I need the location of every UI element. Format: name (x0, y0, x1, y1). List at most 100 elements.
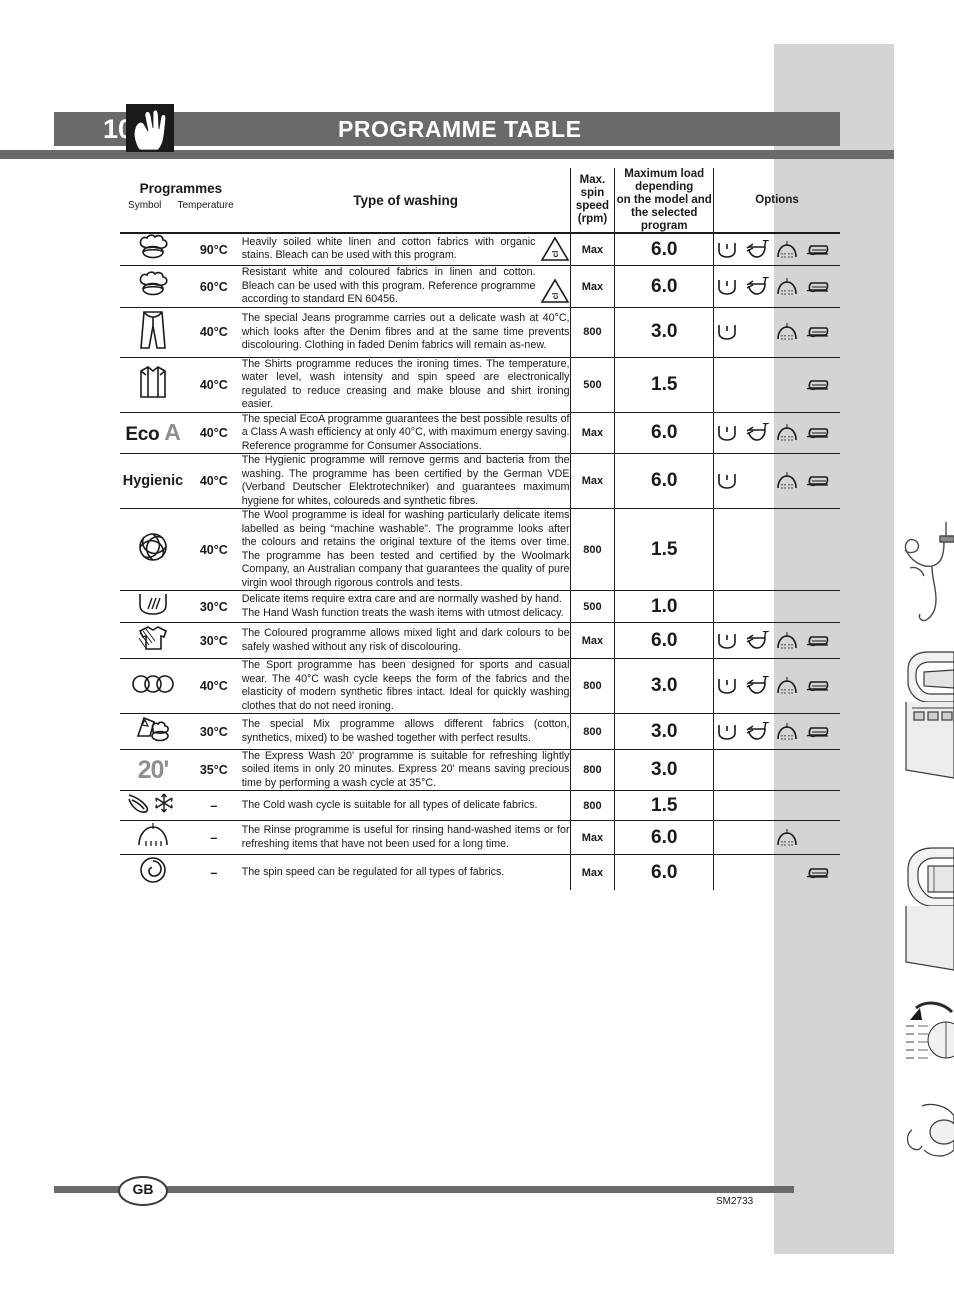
table-head: Programmes Symbol Temperature Type of wa… (120, 168, 840, 234)
prewash-option-icon (714, 275, 740, 299)
programme-temperature: 40°C (185, 356, 242, 413)
country-code-badge: GB (118, 1176, 168, 1206)
illustration-programme-dial (902, 1000, 954, 1074)
mix-icon (120, 713, 186, 750)
options-cell (713, 590, 840, 623)
options-cell: T (713, 411, 840, 454)
header-max-spin-speed: Max. spin speed (rpm) (569, 168, 615, 234)
maximum-load-value: 3.0 (614, 713, 714, 750)
iron-option-icon (804, 629, 830, 653)
maximum-load-value: 1.0 (614, 590, 714, 623)
options-cell (713, 306, 840, 358)
eco-a-label: Eco A (120, 411, 186, 454)
delay-option-icon: T (744, 629, 770, 653)
illustration-washer-drum (902, 844, 954, 992)
max-spin-speed-value: Max (569, 622, 615, 659)
svg-text:T: T (762, 631, 769, 641)
max-spin-speed-value: Max (569, 411, 615, 454)
table-row: – The spin speed can be regulated for all… (120, 854, 840, 891)
programme-temperature: 30°C (185, 622, 242, 659)
options-cell (713, 453, 840, 509)
prewash-option-icon (714, 629, 740, 653)
svg-text:T: T (762, 277, 769, 287)
programme-temperature: 40°C (185, 658, 242, 714)
programme-temperature: 30°C (185, 713, 242, 750)
programme-temperature: – (185, 854, 242, 891)
options-cell (713, 508, 840, 591)
header-load-line-1: Maximum load (624, 168, 705, 180)
options-cell (713, 854, 840, 891)
max-spin-speed-value: Max (569, 265, 615, 308)
maximum-load-value: 6.0 (614, 265, 714, 308)
illustration-hand-detail (902, 1100, 954, 1178)
table-row: Eco A 40°C The special EcoA programme guar… (120, 411, 840, 454)
programme-description-cell: The Rinse programme is useful for rinsin… (241, 820, 571, 855)
programme-description: The Express Wash 20' programme is suitab… (241, 750, 570, 789)
iron-option-icon (804, 469, 830, 493)
prewash-option-icon (714, 469, 740, 493)
options-cell: T (713, 658, 840, 714)
iron-option-icon (804, 320, 830, 344)
options-cell: T (713, 713, 840, 750)
bleach-allowed-icon: cl (540, 236, 570, 266)
header-maximum-load: Maximum load depending on the model and … (614, 168, 714, 234)
maximum-load-value: 6.0 (614, 411, 714, 454)
programme-description: The Rinse programme is useful for rinsin… (241, 824, 570, 850)
wool-icon (120, 508, 186, 591)
svg-text:T: T (762, 423, 769, 433)
jeans-icon (120, 306, 186, 358)
programme-description-cell: The Hygienic programme will remove germs… (241, 453, 571, 509)
programme-temperature: 40°C (185, 453, 242, 509)
rinse-option-icon (774, 238, 800, 262)
maximum-load-value: 6.0 (614, 854, 714, 891)
prewash-option-icon (714, 320, 740, 344)
programme-description: The Hygienic programme will remove germs… (241, 454, 570, 507)
delay-option-icon: T (744, 275, 770, 299)
header-load-line-2: depending (635, 180, 694, 193)
rinse-option-icon (774, 674, 800, 698)
document-code: SM2733 (716, 1196, 754, 1207)
option-empty-slot (744, 320, 770, 344)
programme-description: The special EcoA programme guarantees th… (241, 412, 570, 452)
header-options: Options (713, 168, 840, 234)
svg-text:T: T (762, 676, 769, 686)
svg-text:cl: cl (551, 250, 560, 257)
option-empty-slot (774, 373, 800, 397)
cotton-icon (120, 232, 186, 266)
programme-description-cell: Delicate items require extra care and ar… (241, 590, 571, 623)
express-20-label: 20' (120, 748, 186, 791)
table-row: 90°C Heavily soiled white linen and cotto… (120, 232, 840, 266)
rinse-option-icon (774, 275, 800, 299)
programme-description-cell: The spin speed can be regulated for all … (241, 854, 571, 891)
rinse-option-icon (774, 421, 800, 445)
options-cell: T (713, 622, 840, 659)
delay-option-icon: T (744, 238, 770, 262)
programme-description: The Shirts programme reduces the ironing… (241, 357, 570, 411)
programme-description: The Wool programme is ideal for washing … (241, 509, 570, 589)
table-row: 30°C The Coloured programme allows mixed … (120, 622, 840, 659)
programme-temperature: 40°C (185, 306, 242, 358)
option-empty-slot (744, 861, 770, 885)
shirt-icon (120, 356, 186, 413)
rinse-icon (120, 820, 186, 855)
sport-icon (120, 658, 186, 714)
maximum-load-value: 6.0 (614, 232, 714, 266)
prewash-option-icon (714, 720, 740, 744)
programme-temperature: – (185, 790, 242, 821)
option-empty-slot (804, 826, 830, 850)
option-empty-slot (744, 826, 770, 850)
table-row: 40°C The special Jeans programme carries … (120, 306, 840, 358)
header-spin-line-3: (rpm) (577, 213, 608, 226)
table-row: 30°C The special Mix programme allows dif… (120, 713, 840, 750)
programme-description: Resistant white and coloured fabrics in … (241, 266, 536, 306)
option-empty-slot (744, 373, 770, 397)
maximum-load-value: 6.0 (614, 622, 714, 659)
iron-option-icon (804, 720, 830, 744)
option-empty-slot (714, 861, 740, 885)
table-row: – The Cold wash cycle is suitable for all… (120, 790, 840, 821)
table-row: 40°C The Sport programme has been designe… (120, 658, 840, 714)
programme-description-cell: The Cold wash cycle is suitable for all … (241, 790, 571, 821)
table-row: 30°C Delicate items require extra care an… (120, 590, 840, 623)
table-row: 40°C The Wool programme is ideal for wash… (120, 508, 840, 591)
iron-option-icon (804, 674, 830, 698)
